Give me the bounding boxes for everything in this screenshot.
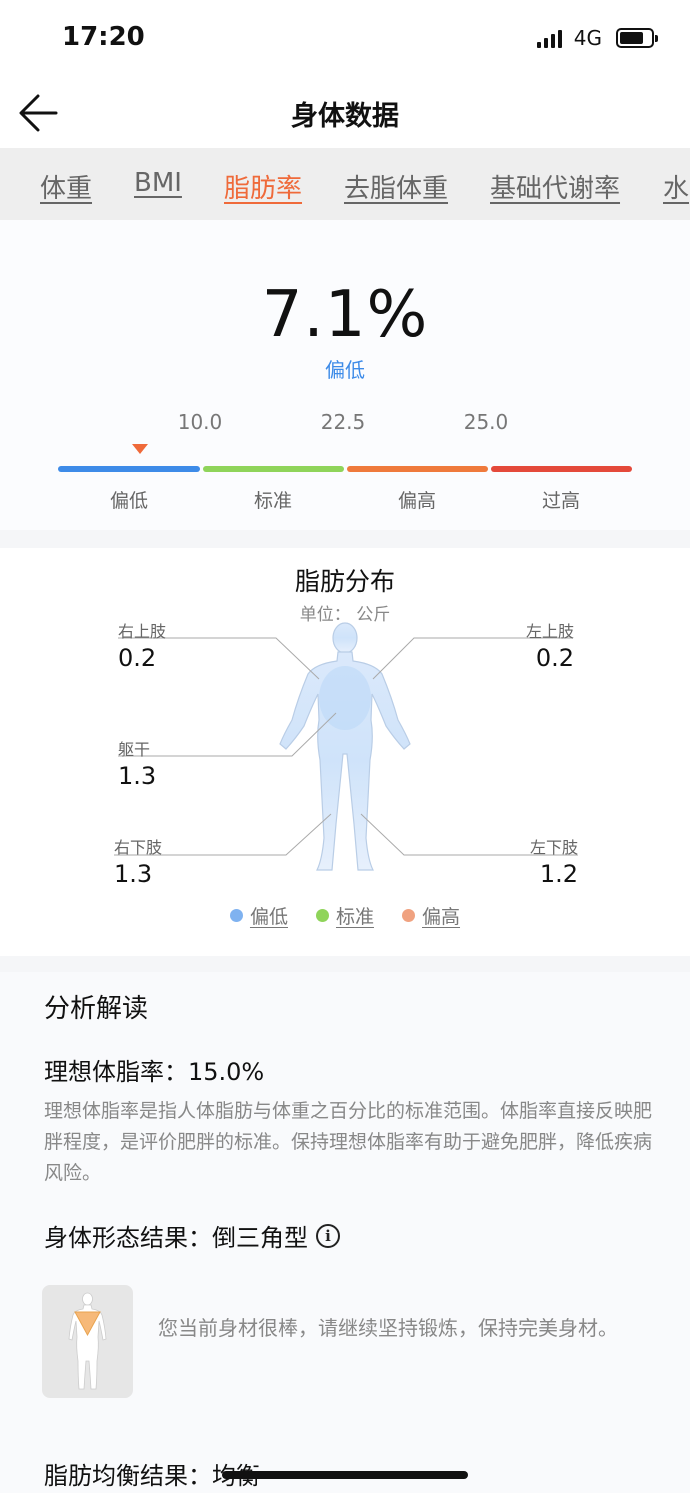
info-icon[interactable]: i: [316, 1223, 340, 1248]
tab-weight[interactable]: 体重: [40, 168, 92, 205]
ideal-body-fat-title: 理想体脂率：15.0%: [44, 1058, 265, 1086]
status-time: 17:20: [62, 22, 145, 52]
legend-item-standard[interactable]: 标准: [315, 902, 374, 929]
tab-lean-body-mass[interactable]: 去脂体重: [344, 168, 448, 205]
home-indicator[interactable]: [222, 1471, 468, 1479]
current-value-marker-icon: [132, 444, 148, 454]
scale-label-high: 偏高: [397, 490, 436, 512]
analysis-section-title: 分析解读: [44, 994, 149, 1024]
region-value-left-upper-limb: 0.2: [535, 644, 574, 672]
scale-segment-standard: [203, 466, 344, 472]
region-label-trunk: 躯干: [118, 740, 151, 759]
body-shape-title: 身体形态结果：倒三角型: [44, 1224, 308, 1252]
body-fat-value: 7.1%: [261, 278, 429, 352]
nav-bar: 身体数据: [0, 78, 690, 148]
fat-distribution-card: 脂肪分布 单位： 公斤 右上肢 0.2 左上肢 0.2 躯干 1.3 右下肢 1…: [0, 548, 690, 956]
battery-icon: [616, 28, 658, 48]
legend-label: 偏低: [249, 906, 288, 928]
scale-label-standard: 标准: [253, 490, 292, 512]
scale-tick: 10.0: [177, 410, 223, 434]
inverted-triangle-body-icon: [68, 1292, 107, 1390]
network-type: 4G: [573, 26, 602, 50]
region-label-left-upper-limb: 左上肢: [525, 622, 574, 641]
region-value-right-upper-limb: 0.2: [118, 644, 157, 672]
scale-segment-high: [347, 466, 488, 472]
scale-segment-very-high: [491, 466, 632, 472]
status-indicators: 4G: [536, 26, 658, 50]
distribution-legend: 偏低 标准 偏高: [0, 902, 690, 929]
legend-dot-icon: [315, 909, 329, 922]
body-figure-diagram: [114, 622, 578, 871]
scale-label-low: 偏低: [109, 490, 148, 512]
scale-label-very-high: 过高: [541, 490, 580, 512]
scale-segment-low: [58, 466, 200, 472]
legend-item-low[interactable]: 偏低: [229, 902, 288, 929]
region-value-trunk: 1.3: [118, 762, 157, 790]
region-label-right-upper-limb: 右上肢: [118, 622, 167, 641]
region-label-right-lower-limb: 右下肢: [114, 838, 163, 857]
legend-dot-icon: [229, 909, 243, 922]
legend-label: 偏高: [422, 906, 461, 928]
body-shape-result: 身体形态结果：倒三角型 i: [44, 1218, 340, 1253]
ideal-body-fat-description: 理想体脂率是指人体脂肪与体重之百分比的标准范围。体脂率直接反映肥胖程度，是评价肥…: [44, 1100, 653, 1184]
legend-label: 标准: [335, 906, 374, 928]
region-value-right-lower-limb: 1.3: [114, 860, 153, 888]
tab-bmi[interactable]: BMI: [134, 168, 182, 198]
trunk-highlight: [319, 666, 371, 730]
analysis-card: 分析解读 理想体脂率：15.0% 理想体脂率是指人体脂肪与体重之百分比的标准范围…: [0, 972, 690, 1493]
metric-tab-bar: 体重 BMI 脂肪率 去脂体重 基础代谢率 水: [0, 148, 690, 220]
scale-tick: 22.5: [320, 410, 366, 434]
signal-icon: [536, 28, 562, 48]
status-bar: 17:20 4G: [0, 0, 690, 78]
region-value-left-lower-limb: 1.2: [539, 860, 578, 888]
region-label-left-lower-limb: 左下肢: [529, 838, 578, 857]
tab-basal-metabolic-rate[interactable]: 基础代谢率: [490, 168, 620, 205]
body-shape-description: 您当前身材很棒，请继续坚持锻炼，保持完美身材。: [158, 1316, 618, 1340]
body-fat-level: 偏低: [325, 358, 365, 382]
body-fat-summary-card: 7.1% 偏低 10.0 22.5 25.0 偏低 标准 偏高 过高: [0, 220, 690, 530]
body-shape-thumbnail: [42, 1285, 133, 1398]
legend-item-high[interactable]: 偏高: [402, 902, 460, 929]
scale-tick: 25.0: [463, 410, 509, 434]
legend-dot-icon: [402, 909, 415, 922]
tab-body-fat-rate[interactable]: 脂肪率: [224, 168, 302, 205]
page-title: 身体数据: [291, 101, 399, 132]
tab-water[interactable]: 水: [663, 168, 689, 205]
